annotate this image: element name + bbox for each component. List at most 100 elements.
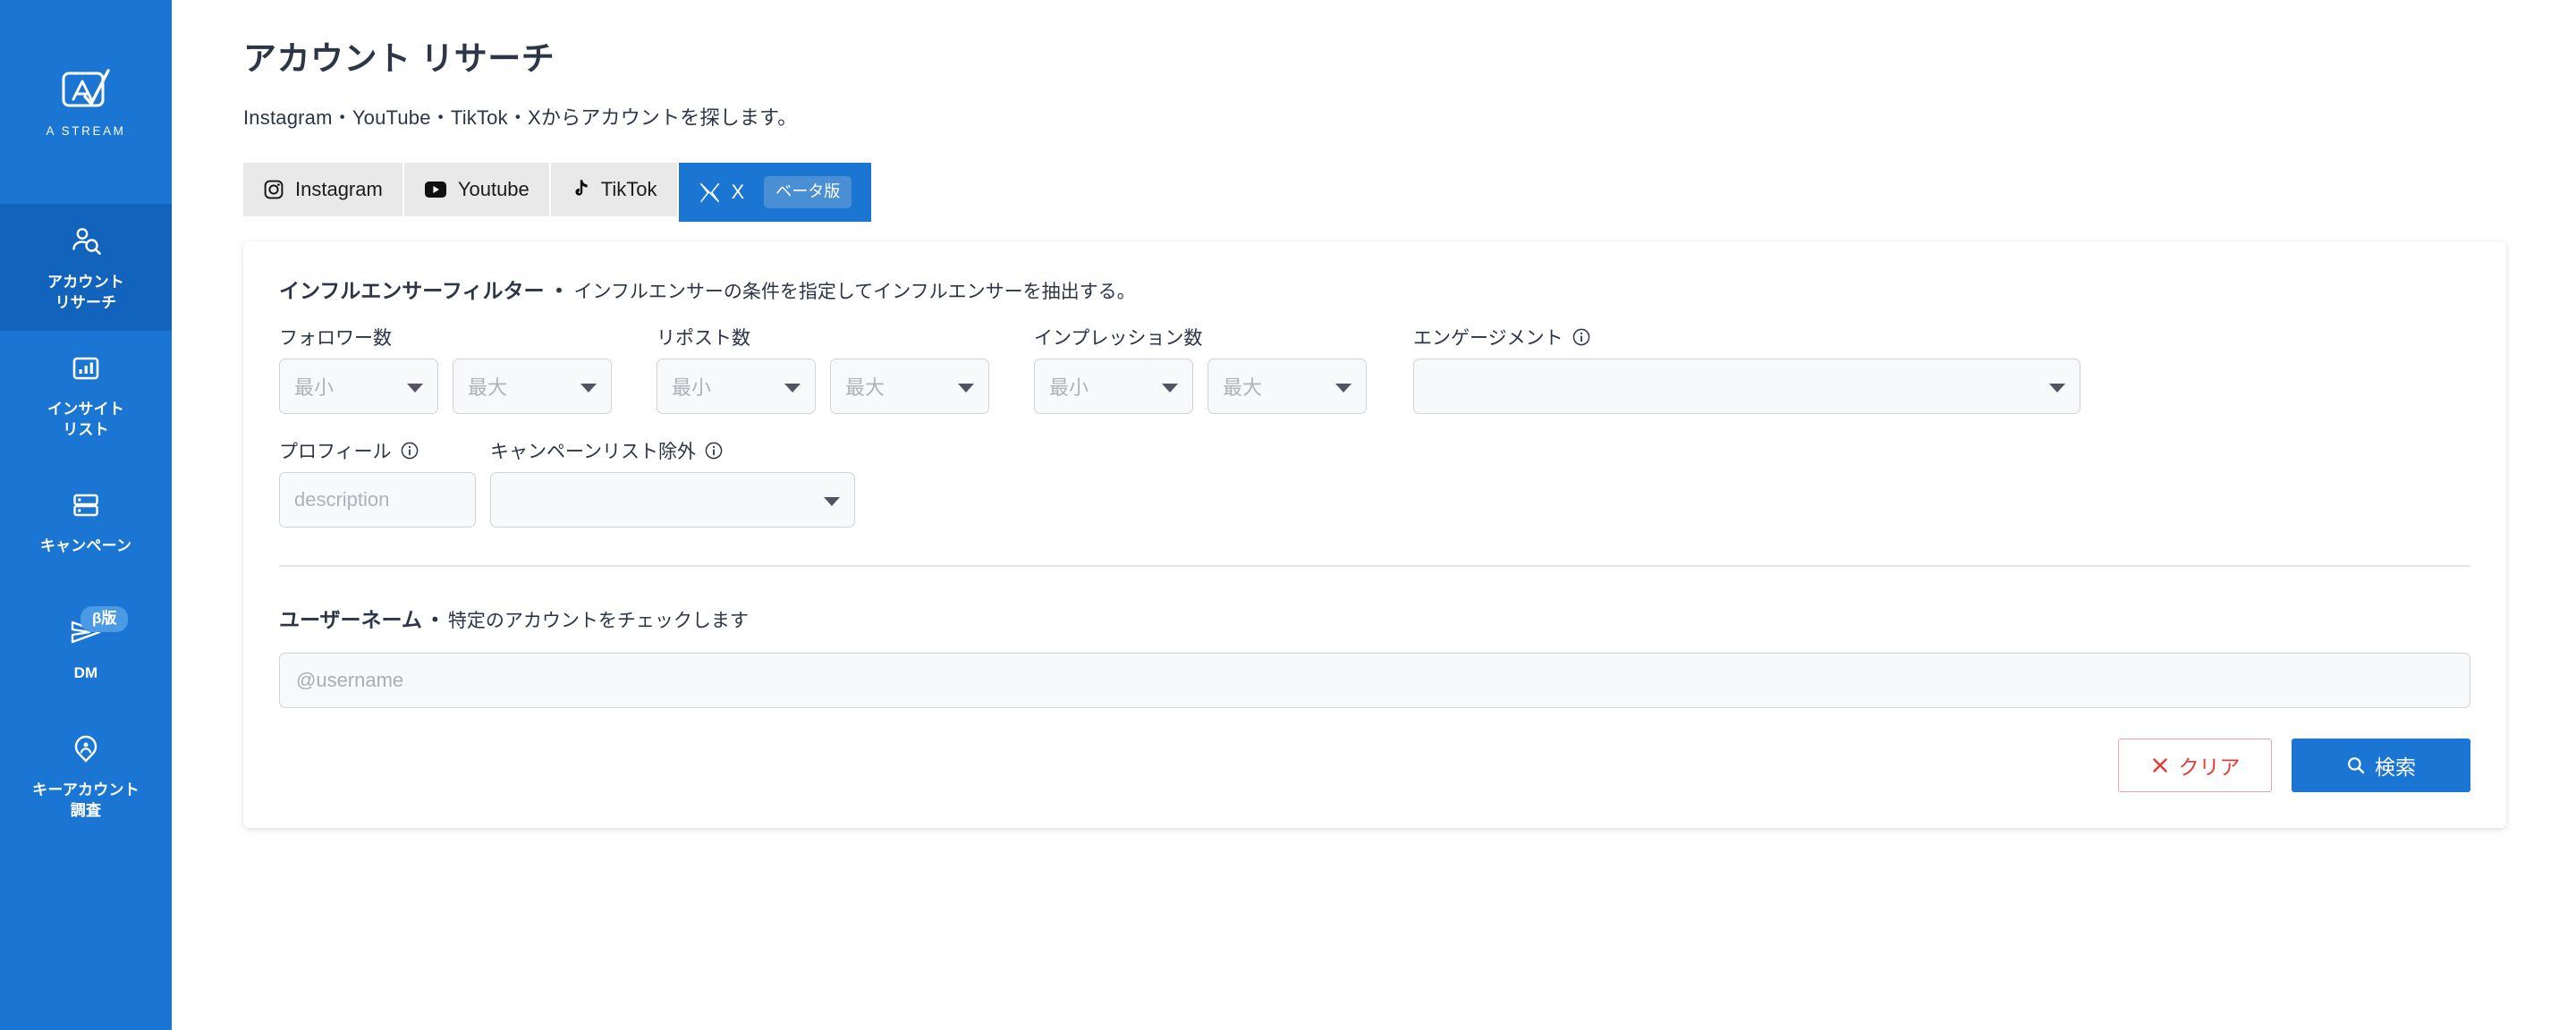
profile-label: プロフィール — [279, 442, 392, 463]
chevron-down-icon — [824, 497, 840, 507]
heading-separator-dot: ・ — [548, 279, 570, 303]
sidebar-item-dm[interactable]: β版 DM — [0, 585, 172, 712]
info-icon[interactable] — [704, 441, 724, 460]
impressions-label: インプレッション数 — [1034, 328, 1203, 350]
username-input[interactable]: @username — [279, 653, 2470, 709]
chevron-down-icon — [407, 384, 423, 393]
chevron-down-icon — [580, 384, 597, 393]
followers-max-select[interactable]: 最大 — [453, 359, 612, 415]
info-icon[interactable] — [400, 441, 419, 460]
campaign-exclude-select[interactable] — [490, 472, 855, 528]
a-stream-logo-icon — [58, 67, 114, 112]
reposts-max-select[interactable]: 最大 — [830, 359, 989, 415]
tab-label: Instagram — [295, 178, 383, 201]
clear-button[interactable]: クリア — [2118, 739, 2272, 793]
sidebar-item-key-account-research[interactable]: キーアカウント 調査 — [0, 712, 172, 839]
beta-badge: β版 — [80, 606, 129, 633]
location-person-pin-icon — [66, 730, 106, 769]
impressions-max-select[interactable]: 最大 — [1208, 359, 1367, 415]
search-icon — [2346, 756, 2366, 775]
engagement-select[interactable] — [1413, 359, 2080, 415]
engagement-label-row: エンゲージメント — [1413, 324, 2080, 350]
youtube-icon — [424, 181, 447, 198]
x-twitter-icon — [699, 182, 721, 204]
campaign-exclude-label: キャンペーンリスト除外 — [490, 442, 696, 463]
search-form-card: インフルエンサーフィルター ・ インフルエンサーの条件を指定してインフルエンサー… — [243, 241, 2506, 829]
bar-chart-icon — [66, 349, 106, 388]
sidebar-item-label: インサイト リスト — [47, 400, 124, 438]
brand-name: A STREAM — [46, 123, 126, 138]
profile-description-value: description — [294, 488, 390, 511]
heading-separator-dot: ・ — [424, 608, 445, 632]
sidebar-item-account-research[interactable]: アカウント リサーチ — [0, 204, 172, 331]
username-section-description: 特定のアカウントをチェックします — [447, 611, 749, 632]
chevron-down-icon — [1335, 384, 1352, 393]
sidebar-item-label: キーアカウント 調査 — [32, 781, 140, 819]
instagram-icon — [263, 179, 284, 200]
search-button[interactable]: 検索 — [2292, 739, 2470, 793]
tab-label: TikTok — [600, 178, 657, 201]
filter-row-numeric: フォロワー数 最小 最大 リポスト数 最小 最大 インプレッション数 最小 最大… — [279, 324, 2470, 415]
username-section-heading: ユーザーネーム ・ 特定のアカウントをチェックします — [279, 603, 2470, 633]
tab-x[interactable]: X ベータ版 — [678, 163, 872, 223]
close-x-icon — [2150, 756, 2170, 775]
server-list-icon — [66, 485, 106, 525]
clear-button-label: クリア — [2178, 756, 2241, 780]
sidebar-item-label: キャンペーン — [39, 537, 132, 555]
chevron-down-icon — [1162, 384, 1178, 393]
tab-beta-badge: ベータ版 — [764, 176, 852, 209]
campaign-exclude-label-row: キャンペーンリスト除外 — [490, 437, 855, 464]
reposts-min-select[interactable]: 最小 — [657, 359, 816, 415]
impressions-max-value: 最大 — [1223, 376, 1263, 400]
search-button-label: 検索 — [2375, 756, 2416, 780]
tab-label: X — [731, 181, 745, 204]
form-actions: クリア 検索 — [279, 739, 2470, 793]
profile-description-input[interactable]: description — [279, 472, 476, 528]
sidebar-item-label: アカウント リサーチ — [47, 273, 124, 311]
app-root: A STREAM アカウント リサーチ インサイト リスト キャンペーン β版 … — [0, 0, 2576, 1030]
username-input-value: @username — [296, 669, 404, 692]
main-content: アカウント リサーチ Instagram・YouTube・TikTok・Xからア… — [172, 0, 2576, 1030]
tab-instagram[interactable]: Instagram — [243, 163, 404, 217]
section-divider — [279, 565, 2470, 568]
reposts-max-value: 最大 — [845, 376, 886, 400]
impressions-min-select[interactable]: 最小 — [1034, 359, 1193, 415]
reposts-label: リポスト数 — [657, 328, 750, 350]
person-search-icon — [66, 222, 106, 261]
profile-label-row: プロフィール — [279, 437, 476, 464]
reposts-min-value: 最小 — [672, 376, 712, 400]
info-icon[interactable] — [1572, 327, 1591, 347]
sidebar: A STREAM アカウント リサーチ インサイト リスト キャンペーン β版 … — [0, 0, 172, 1030]
followers-min-value: 最小 — [294, 376, 335, 400]
sidebar-item-insight-list[interactable]: インサイト リスト — [0, 331, 172, 458]
followers-min-select[interactable]: 最小 — [279, 359, 438, 415]
tiktok-icon — [571, 179, 590, 201]
filter-group-campaign-exclude: キャンペーンリスト除外 — [490, 437, 855, 528]
influencer-filter-title: インフルエンサーフィルター — [279, 279, 545, 303]
chevron-down-icon — [2049, 384, 2065, 393]
sidebar-item-label: DM — [73, 664, 98, 682]
influencer-filter-description: インフルエンサーの条件を指定してインフルエンサーを抽出する。 — [573, 282, 1136, 303]
impressions-min-value: 最小 — [1049, 376, 1089, 400]
tab-label: Youtube — [457, 178, 530, 201]
filter-group-profile: プロフィール description — [279, 437, 476, 528]
tab-tiktok[interactable]: TikTok — [550, 163, 679, 217]
followers-max-value: 最大 — [468, 376, 508, 400]
filter-row-text: プロフィール description キャンペーンリスト除外 — [279, 437, 2470, 528]
engagement-label: エンゲージメント — [1413, 328, 1563, 350]
chevron-down-icon — [784, 384, 801, 393]
filter-group-impressions: インプレッション数 最小 最大 — [1034, 324, 1367, 415]
page-subtitle: Instagram・YouTube・TikTok・Xからアカウントを探します。 — [243, 106, 798, 130]
chevron-down-icon — [958, 384, 974, 393]
filter-group-followers: フォロワー数 最小 最大 — [279, 324, 612, 415]
brand-logo[interactable]: A STREAM — [0, 0, 172, 204]
sidebar-item-campaign[interactable]: キャンペーン — [0, 458, 172, 585]
filter-group-reposts: リポスト数 最小 最大 — [657, 324, 989, 415]
page-title: アカウント リサーチ — [243, 40, 555, 77]
platform-tabs: Instagram Youtube TikTok X ベータ版 — [243, 163, 2506, 223]
followers-label: フォロワー数 — [279, 328, 392, 350]
influencer-filter-heading: インフルエンサーフィルター ・ インフルエンサーの条件を指定してインフルエンサー… — [279, 274, 2470, 304]
username-section-title: ユーザーネーム — [279, 608, 422, 632]
filter-group-engagement: エンゲージメント — [1413, 324, 2080, 415]
tab-youtube[interactable]: Youtube — [403, 163, 551, 217]
